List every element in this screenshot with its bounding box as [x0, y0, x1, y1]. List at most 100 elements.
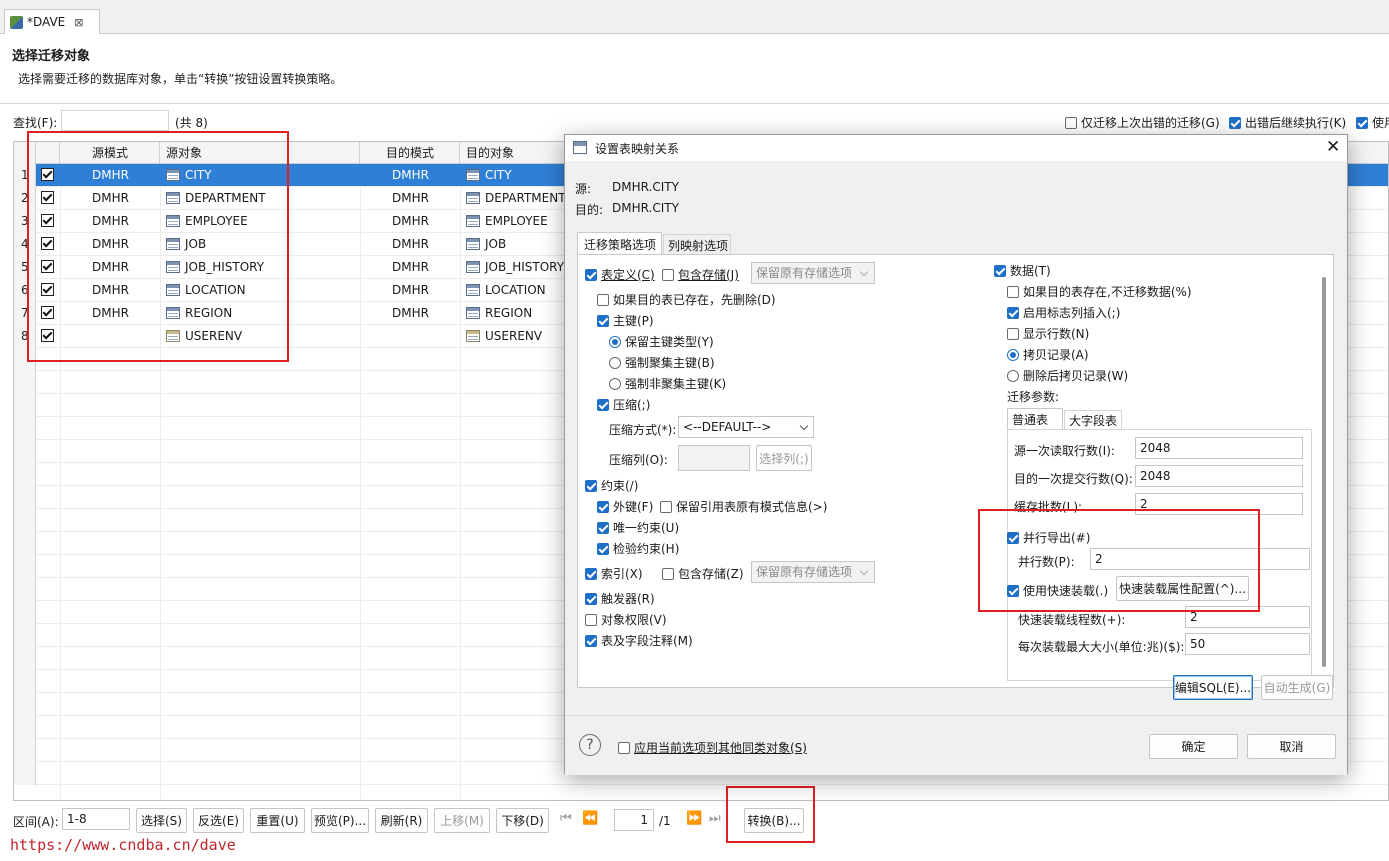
close-icon[interactable]: ✕ [1326, 137, 1340, 157]
opt-parallel-export[interactable]: 并行导出(#) [1007, 529, 1090, 546]
opt-index-storage[interactable]: 包含存储(Z) [662, 565, 744, 582]
convert-button[interactable]: 转换(B)... [744, 808, 804, 833]
opt-apply-all[interactable]: 应用当前选项到其他同类对象(S) [618, 739, 807, 756]
tab-strategy[interactable]: 迁移策略选项 [577, 232, 662, 254]
row-checkbox[interactable] [41, 329, 54, 342]
use-option[interactable]: 使用 [1356, 114, 1389, 131]
primary-key-checkbox[interactable] [597, 315, 609, 327]
opt-constraints[interactable]: 约束(/) [585, 477, 638, 494]
param-tab-normal[interactable]: 普通表 [1007, 408, 1063, 429]
trigger-checkbox[interactable] [585, 593, 597, 605]
skip-if-exists-checkbox[interactable] [1007, 286, 1019, 298]
row-check-cell[interactable] [41, 325, 58, 348]
select-button[interactable]: 选择(S) [136, 808, 187, 833]
ok-button[interactable]: 确定 [1149, 734, 1238, 759]
search-input[interactable] [61, 110, 169, 131]
commit-rows-input[interactable]: 2048 [1135, 465, 1303, 487]
opt-include-storage[interactable]: 包含存储(J) [662, 266, 739, 283]
opt-index[interactable]: 索引(X) [585, 565, 643, 582]
col-src-object[interactable]: 源对象 [160, 142, 360, 164]
page-input[interactable]: 1 [614, 809, 654, 831]
force-cluster-pk-radio[interactable] [609, 357, 621, 369]
privileges-checkbox[interactable] [585, 614, 597, 626]
help-icon[interactable]: ? [579, 734, 601, 756]
unique-checkbox[interactable] [597, 522, 609, 534]
preview-button[interactable]: 预览(P)... [311, 808, 369, 833]
param-tab-lob[interactable]: 大字段表 [1064, 410, 1122, 429]
opt-show-rows[interactable]: 显示行数(N) [1007, 325, 1089, 342]
only-failed-checkbox[interactable] [1065, 117, 1077, 129]
opt-primary-key[interactable]: 主键(P) [597, 312, 654, 329]
fast-load-config-button[interactable]: 快速装载属性配置(^)... [1116, 576, 1249, 601]
tab-column-mapping[interactable]: 列映射选项 [663, 234, 731, 254]
row-checkbox[interactable] [41, 168, 54, 181]
opt-trigger[interactable]: 触发器(R) [585, 590, 655, 607]
prev-page-icon[interactable]: ⏪ [582, 811, 598, 826]
opt-unique[interactable]: 唯一约束(U) [597, 519, 679, 536]
row-check-cell[interactable] [41, 210, 58, 233]
index-checkbox[interactable] [585, 568, 597, 580]
row-checkbox[interactable] [41, 283, 54, 296]
opt-privileges[interactable]: 对象权限(V) [585, 611, 667, 628]
opt-data[interactable]: 数据(T) [994, 262, 1051, 279]
data-checkbox[interactable] [994, 265, 1006, 277]
continue-on-error-option[interactable]: 出错后继续执行(K) [1229, 114, 1346, 131]
row-check-cell[interactable] [41, 279, 58, 302]
include-storage-checkbox[interactable] [662, 269, 674, 281]
last-page-icon[interactable]: ⏭ [709, 811, 721, 826]
drop-if-exists-checkbox[interactable] [597, 294, 609, 306]
range-input[interactable]: 1-8 [62, 808, 130, 830]
next-page-icon[interactable]: ⏩ [686, 811, 702, 826]
copy-records-radio[interactable] [1007, 349, 1019, 361]
move-up-button[interactable]: 上移(M) [434, 808, 490, 833]
opt-copy-records[interactable]: 拷贝记录(A) [1007, 346, 1089, 363]
row-check-cell[interactable] [41, 256, 58, 279]
continue-on-error-checkbox[interactable] [1229, 117, 1241, 129]
table-def-checkbox[interactable] [585, 269, 597, 281]
row-checkbox[interactable] [41, 191, 54, 204]
refresh-button[interactable]: 刷新(R) [375, 808, 428, 833]
keep-storage-select[interactable]: 保留原有存储选项 [751, 262, 875, 284]
col-dst-schema[interactable]: 目的模式 [360, 142, 460, 164]
identity-insert-checkbox[interactable] [1007, 307, 1019, 319]
check-checkbox[interactable] [597, 543, 609, 555]
edit-sql-button[interactable]: 编辑SQL(E)... [1173, 675, 1253, 700]
opt-drop-if-exists[interactable]: 如果目的表已存在，先删除(D) [597, 291, 776, 308]
first-page-icon[interactable]: ⏮ [560, 811, 572, 826]
keep-pk-type-radio[interactable] [609, 336, 621, 348]
fast-load-checkbox[interactable] [1007, 585, 1019, 597]
parallel-count-input[interactable]: 2 [1090, 548, 1310, 570]
delete-then-copy-radio[interactable] [1007, 370, 1019, 382]
row-checkbox[interactable] [41, 214, 54, 227]
col-src-schema[interactable]: 源模式 [60, 142, 160, 164]
row-check-cell[interactable] [41, 302, 58, 325]
index-storage-checkbox[interactable] [662, 568, 674, 580]
close-icon[interactable]: ⊠ [74, 16, 83, 29]
invert-button[interactable]: 反选(E) [193, 808, 244, 833]
only-failed-option[interactable]: 仅迁移上次出错的迁移(G) [1065, 114, 1220, 131]
force-noncluster-pk-radio[interactable] [609, 378, 621, 390]
compress-checkbox[interactable] [597, 399, 609, 411]
compress-cols-input[interactable] [678, 445, 750, 471]
index-keep-storage-select[interactable]: 保留原有存储选项 [751, 561, 875, 583]
row-check-cell[interactable] [41, 233, 58, 256]
reset-button[interactable]: 重置(U) [250, 808, 305, 833]
row-check-cell[interactable] [41, 164, 58, 187]
opt-check[interactable]: 检验约束(H) [597, 540, 679, 557]
opt-delete-then-copy[interactable]: 删除后拷贝记录(W) [1007, 367, 1128, 384]
comments-checkbox[interactable] [585, 635, 597, 647]
row-checkbox[interactable] [41, 260, 54, 273]
apply-all-checkbox[interactable] [618, 742, 630, 754]
row-checkbox[interactable] [41, 237, 54, 250]
opt-keep-ref-schema[interactable]: 保留引用表原有模式信息(>) [660, 498, 827, 515]
opt-keep-pk-type[interactable]: 保留主键类型(Y) [609, 333, 714, 350]
cancel-button[interactable]: 取消 [1247, 734, 1336, 759]
compress-mode-select[interactable]: <--DEFAULT--> [678, 416, 814, 438]
opt-force-noncluster-pk[interactable]: 强制非聚集主键(K) [609, 375, 726, 392]
opt-force-cluster-pk[interactable]: 强制聚集主键(B) [609, 354, 715, 371]
opt-foreign-key[interactable]: 外键(F) [597, 498, 653, 515]
select-cols-button[interactable]: 选择列(;) [756, 445, 812, 471]
editor-tab-dave[interactable]: *DAVE ⊠ [4, 9, 100, 34]
foreign-key-checkbox[interactable] [597, 501, 609, 513]
opt-fast-load[interactable]: 使用快速装载(.) [1007, 582, 1108, 599]
